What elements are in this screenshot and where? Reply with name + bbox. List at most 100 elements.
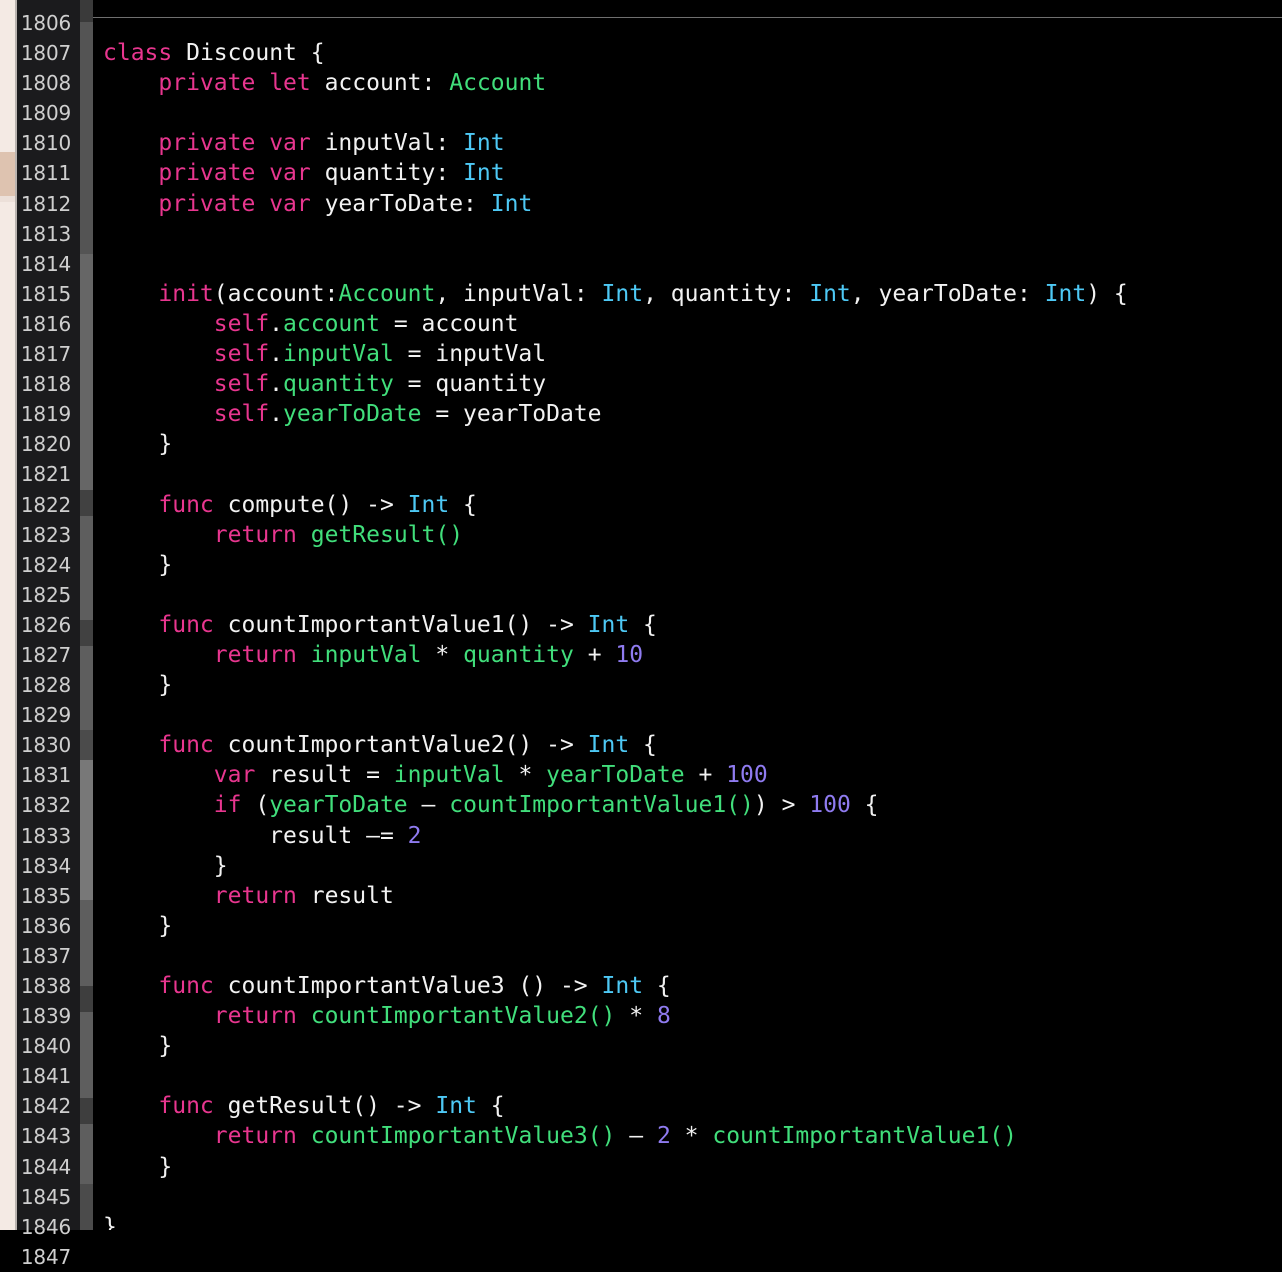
- code-line[interactable]: [103, 580, 1282, 610]
- fold-segment[interactable]: [80, 900, 93, 986]
- code-line[interactable]: [103, 8, 1282, 38]
- code-line[interactable]: func countImportantValue3 () -> Int {: [103, 971, 1282, 1001]
- fold-segment[interactable]: [80, 620, 93, 646]
- line-number[interactable]: 1816: [17, 309, 80, 339]
- code-line[interactable]: return result: [103, 881, 1282, 911]
- code-lines[interactable]: class Discount { private let account: Ac…: [93, 0, 1282, 1230]
- fold-segment[interactable]: [80, 1124, 93, 1184]
- code-line[interactable]: private var inputVal: Int: [103, 128, 1282, 158]
- fold-segment[interactable]: [80, 0, 93, 22]
- code-line[interactable]: }: [103, 911, 1282, 941]
- line-number[interactable]: 1839: [17, 1001, 80, 1031]
- line-number[interactable]: 1832: [17, 790, 80, 820]
- code-line[interactable]: }: [103, 550, 1282, 580]
- fold-segment[interactable]: [80, 730, 93, 760]
- line-number[interactable]: 1809: [17, 98, 80, 128]
- line-number[interactable]: 1825: [17, 580, 80, 610]
- fold-segment[interactable]: [80, 1012, 93, 1098]
- code-line[interactable]: self.account = account: [103, 309, 1282, 339]
- code-line[interactable]: [103, 1061, 1282, 1091]
- line-number[interactable]: 1811: [17, 158, 80, 188]
- code-line[interactable]: private var yearToDate: Int: [103, 189, 1282, 219]
- code-line[interactable]: }: [103, 851, 1282, 881]
- code-surface[interactable]: class Discount { private let account: Ac…: [93, 0, 1282, 1230]
- line-number[interactable]: 1824: [17, 550, 80, 580]
- code-line[interactable]: }: [103, 1152, 1282, 1182]
- line-number[interactable]: 1843: [17, 1121, 80, 1151]
- code-line[interactable]: class Discount {: [103, 38, 1282, 68]
- fold-segment[interactable]: [80, 1184, 93, 1230]
- line-number[interactable]: 1807: [17, 38, 80, 68]
- line-number[interactable]: 1822: [17, 490, 80, 520]
- code-line[interactable]: return countImportantValue2() * 8: [103, 1001, 1282, 1031]
- line-number[interactable]: 1841: [17, 1061, 80, 1091]
- code-line[interactable]: return inputVal * quantity + 10: [103, 640, 1282, 670]
- line-number[interactable]: 1820: [17, 429, 80, 459]
- fold-segment[interactable]: [80, 516, 93, 620]
- code-line[interactable]: self.yearToDate = yearToDate: [103, 399, 1282, 429]
- code-line[interactable]: private let account: Account: [103, 68, 1282, 98]
- fold-segment[interactable]: [80, 254, 93, 490]
- code-line[interactable]: func compute() -> Int {: [103, 490, 1282, 520]
- code-line[interactable]: return countImportantValue3() – 2 * coun…: [103, 1121, 1282, 1151]
- code-line[interactable]: init(account:Account, inputVal: Int, qua…: [103, 279, 1282, 309]
- code-line[interactable]: [103, 941, 1282, 971]
- line-number[interactable]: 1831: [17, 760, 80, 790]
- code-line[interactable]: func countImportantValue1() -> Int {: [103, 610, 1282, 640]
- line-number[interactable]: 1827: [17, 640, 80, 670]
- line-number[interactable]: 1821: [17, 459, 80, 489]
- line-number[interactable]: 1840: [17, 1031, 80, 1061]
- line-number[interactable]: 1818: [17, 369, 80, 399]
- line-number[interactable]: 1844: [17, 1152, 80, 1182]
- code-line[interactable]: }: [103, 1212, 1282, 1230]
- line-number[interactable]: 1830: [17, 730, 80, 760]
- line-number[interactable]: 1812: [17, 189, 80, 219]
- line-number[interactable]: 1833: [17, 821, 80, 851]
- line-number[interactable]: 1814: [17, 249, 80, 279]
- code-line[interactable]: self.quantity = quantity: [103, 369, 1282, 399]
- line-number[interactable]: 1842: [17, 1091, 80, 1121]
- code-line[interactable]: if (yearToDate – countImportantValue1())…: [103, 790, 1282, 820]
- code-line[interactable]: [103, 700, 1282, 730]
- line-number[interactable]: 1815: [17, 279, 80, 309]
- line-number[interactable]: 1834: [17, 851, 80, 881]
- code-line[interactable]: [103, 219, 1282, 249]
- line-number[interactable]: 1835: [17, 881, 80, 911]
- fold-segment[interactable]: [80, 22, 93, 254]
- line-number[interactable]: 1819: [17, 399, 80, 429]
- code-line[interactable]: [103, 98, 1282, 128]
- code-fold-indicator-column[interactable]: [80, 0, 93, 1230]
- code-line[interactable]: }: [103, 1031, 1282, 1061]
- line-number[interactable]: 1806: [17, 8, 80, 38]
- line-number[interactable]: 1846: [17, 1212, 80, 1242]
- line-number[interactable]: 1817: [17, 339, 80, 369]
- fold-segment[interactable]: [80, 1098, 93, 1124]
- line-number[interactable]: 1829: [17, 700, 80, 730]
- line-number[interactable]: 1845: [17, 1182, 80, 1212]
- fold-segment[interactable]: [80, 986, 93, 1012]
- code-line[interactable]: }: [103, 429, 1282, 459]
- code-line[interactable]: return getResult(): [103, 520, 1282, 550]
- line-number[interactable]: 1823: [17, 520, 80, 550]
- code-line[interactable]: [103, 1182, 1282, 1212]
- code-line[interactable]: var result = inputVal * yearToDate + 100: [103, 760, 1282, 790]
- code-line[interactable]: [103, 459, 1282, 489]
- line-number[interactable]: 1838: [17, 971, 80, 1001]
- code-line[interactable]: private var quantity: Int: [103, 158, 1282, 188]
- fold-segment[interactable]: [80, 646, 93, 730]
- code-line[interactable]: result –= 2: [103, 821, 1282, 851]
- line-number[interactable]: 1828: [17, 670, 80, 700]
- line-number[interactable]: 1836: [17, 911, 80, 941]
- fold-segment[interactable]: [80, 490, 93, 516]
- code-line[interactable]: func countImportantValue2() -> Int {: [103, 730, 1282, 760]
- line-number[interactable]: 1810: [17, 128, 80, 158]
- line-number[interactable]: 1847: [17, 1242, 80, 1272]
- code-line[interactable]: }: [103, 670, 1282, 700]
- line-number[interactable]: 1837: [17, 941, 80, 971]
- line-number-gutter[interactable]: 1806 1807 1808 1809 1810 1811 1812 1813 1814 1815…: [17, 0, 80, 1269]
- line-number[interactable]: 1813: [17, 219, 80, 249]
- fold-segment[interactable]: [80, 760, 93, 900]
- code-line[interactable]: func getResult() -> Int {: [103, 1091, 1282, 1121]
- line-number[interactable]: 1826: [17, 610, 80, 640]
- code-line[interactable]: self.inputVal = inputVal: [103, 339, 1282, 369]
